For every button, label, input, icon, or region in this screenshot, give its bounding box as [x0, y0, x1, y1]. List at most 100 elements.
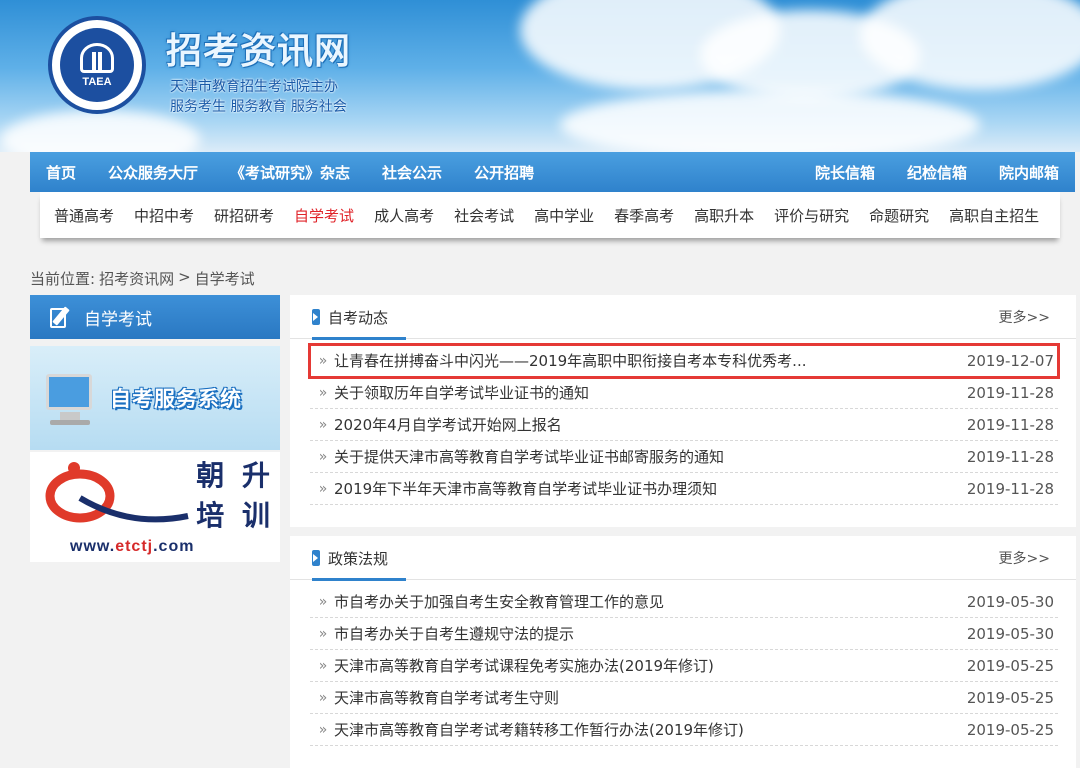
chevron-right-icon: »	[318, 480, 328, 497]
policy-date: 2019-05-25	[966, 656, 1054, 675]
category-tab[interactable]: 春季高考	[604, 205, 684, 226]
more-link[interactable]: 更多>>	[999, 307, 1050, 327]
category-tab[interactable]: 研招研考	[204, 205, 284, 226]
policy-item[interactable]: » 天津市高等教育自学考试课程免考实施办法(2019年修订) 2019-05-2…	[310, 650, 1058, 682]
chevron-right-icon: »	[318, 721, 328, 738]
policy-title[interactable]: 天津市高等教育自学考试考生守则	[334, 687, 559, 708]
category-tab[interactable]: 社会考试	[444, 205, 524, 226]
breadcrumb-separator: >	[178, 268, 191, 286]
category-tab[interactable]: 中招中考	[124, 205, 204, 226]
policy-regulations-panel: 政策法规 更多>> » 市自考办关于加强自考生安全教育管理工作的意见 2019-…	[290, 536, 1076, 768]
news-item-highlighted[interactable]: » 让青春在拼搏奋斗中闪光——2019年高职中职衔接自考本专科优秀考... 20…	[308, 343, 1060, 379]
cloud-decoration	[0, 110, 200, 152]
panel-title: 政策法规	[312, 536, 407, 581]
section-marker-icon	[312, 550, 320, 566]
policy-date: 2019-05-25	[966, 688, 1054, 707]
chevron-right-icon: »	[318, 689, 328, 706]
nav-public-notice[interactable]: 社会公示	[366, 162, 458, 183]
policy-title[interactable]: 市自考办关于加强自考生安全教育管理工作的意见	[334, 591, 664, 612]
nav-president-mailbox[interactable]: 院长信箱	[799, 162, 891, 183]
policy-title[interactable]: 天津市高等教育自学考试考籍转移工作暂行办法(2019年修订)	[334, 719, 744, 740]
training-ad-banner[interactable]: 朝 升 培 训 www.etctj.com	[30, 452, 280, 562]
chevron-right-icon: »	[318, 593, 328, 610]
category-tab[interactable]: 高职自主招生	[939, 205, 1049, 226]
section-marker-icon	[312, 309, 320, 325]
policy-item[interactable]: » 市自考办关于自考生遵规守法的提示 2019-05-30	[310, 618, 1058, 650]
category-tab-active[interactable]: 自学考试	[284, 205, 364, 226]
nav-journal[interactable]: 《考试研究》杂志	[214, 162, 366, 183]
chevron-right-icon: »	[318, 416, 328, 433]
policy-date: 2019-05-30	[966, 624, 1054, 643]
sidebar-title: 自学考试	[84, 309, 152, 330]
training-ad-title-line2: 培 训	[196, 499, 274, 532]
self-exam-service-banner[interactable]: 自考服务系统	[30, 346, 280, 450]
main-nav: 首页 公众服务大厅 《考试研究》杂志 社会公示 公开招聘 院长信箱 纪检信箱 院…	[30, 152, 1075, 192]
news-list: » 让青春在拼搏奋斗中闪光——2019年高职中职衔接自考本专科优秀考... 20…	[308, 343, 1060, 505]
breadcrumb-home-link[interactable]: 招考资讯网	[99, 268, 174, 289]
category-tab[interactable]: 命题研究	[859, 205, 939, 226]
policy-title[interactable]: 市自考办关于自考生遵规守法的提示	[334, 623, 574, 644]
news-title[interactable]: 2020年4月自学考试开始网上报名	[334, 414, 562, 435]
training-ad-url: www.etctj.com	[70, 538, 194, 556]
training-ad-title: 朝 升 培 训	[196, 456, 274, 536]
sidebar-header: 自学考试	[30, 295, 280, 339]
news-title[interactable]: 关于领取历年自学考试毕业证书的通知	[334, 382, 589, 403]
nav-recruitment[interactable]: 公开招聘	[458, 162, 550, 183]
nav-home[interactable]: 首页	[30, 162, 92, 183]
news-title[interactable]: 关于提供天津市高等教育自学考试毕业证书邮寄服务的通知	[334, 446, 724, 467]
breadcrumb: 当前位置: 招考资讯网 > 自学考试	[30, 268, 255, 289]
panel-header: 政策法规 更多>>	[290, 536, 1076, 581]
training-ad-url-domain: etctj	[115, 538, 154, 555]
news-date: 2019-11-28	[966, 447, 1054, 466]
news-title[interactable]: 2019年下半年天津市高等教育自学考试毕业证书办理须知	[334, 478, 717, 499]
edit-icon	[48, 304, 74, 330]
header-banner: TAEA 招考资讯网 天津市教育招生考试院主办 服务考生 服务教育 服务社会	[0, 0, 1080, 152]
panel-title-text: 政策法规	[328, 549, 389, 568]
policy-date: 2019-05-30	[966, 592, 1054, 611]
chevron-right-icon: »	[318, 448, 328, 465]
news-date: 2019-11-28	[966, 415, 1054, 434]
breadcrumb-current[interactable]: 自学考试	[195, 268, 255, 289]
panel-title-text: 自考动态	[328, 308, 389, 327]
news-title[interactable]: 让青春在拼搏奋斗中闪光——2019年高职中职衔接自考本专科优秀考...	[334, 350, 806, 371]
category-tab[interactable]: 普通高考	[44, 205, 124, 226]
news-date: 2019-11-28	[966, 479, 1054, 498]
news-item[interactable]: » 关于领取历年自学考试毕业证书的通知 2019-11-28	[310, 377, 1058, 409]
nav-public-service[interactable]: 公众服务大厅	[92, 162, 214, 183]
news-date: 2019-12-07	[966, 351, 1054, 370]
chevron-right-icon: »	[318, 384, 328, 401]
nav-internal-mail[interactable]: 院内邮箱	[983, 162, 1075, 183]
site-title[interactable]: 招考资讯网	[166, 22, 351, 74]
chevron-right-icon: »	[318, 625, 328, 642]
training-ad-url-suffix: .com	[153, 538, 195, 555]
more-link[interactable]: 更多>>	[999, 548, 1050, 568]
computer-icon	[40, 368, 104, 428]
policy-item[interactable]: » 天津市高等教育自学考试考籍转移工作暂行办法(2019年修订) 2019-05…	[310, 714, 1058, 746]
site-subtitle: 天津市教育招生考试院主办	[170, 79, 338, 95]
logo-emblem-icon	[80, 42, 114, 73]
policy-item[interactable]: » 市自考办关于加强自考生安全教育管理工作的意见 2019-05-30	[310, 586, 1058, 618]
nav-discipline-mailbox[interactable]: 纪检信箱	[891, 162, 983, 183]
training-logo-swirl-icon	[45, 462, 189, 523]
category-tab[interactable]: 高中学业	[524, 205, 604, 226]
training-ad-title-line1: 朝 升	[196, 459, 274, 492]
news-item[interactable]: » 关于提供天津市高等教育自学考试毕业证书邮寄服务的通知 2019-11-28	[310, 441, 1058, 473]
policy-item[interactable]: » 天津市高等教育自学考试考生守则 2019-05-25	[310, 682, 1058, 714]
policy-title[interactable]: 天津市高等教育自学考试课程免考实施办法(2019年修订)	[334, 655, 714, 676]
policy-list: » 市自考办关于加强自考生安全教育管理工作的意见 2019-05-30 » 市自…	[310, 586, 1058, 746]
panel-title: 自考动态	[312, 295, 407, 340]
logo-text: TAEA	[82, 75, 112, 88]
category-tab[interactable]: 高职升本	[684, 205, 764, 226]
news-item[interactable]: » 2020年4月自学考试开始网上报名 2019-11-28	[310, 409, 1058, 441]
panel-header: 自考动态 更多>>	[290, 295, 1076, 340]
chevron-right-icon: »	[318, 352, 328, 369]
news-item[interactable]: » 2019年下半年天津市高等教育自学考试毕业证书办理须知 2019-11-28	[310, 473, 1058, 505]
breadcrumb-label: 当前位置:	[30, 270, 96, 288]
site-logo[interactable]: TAEA	[48, 16, 146, 114]
category-tab[interactable]: 评价与研究	[764, 205, 859, 226]
self-exam-service-label: 自考服务系统	[110, 387, 242, 411]
self-exam-news-panel: 自考动态 更多>> » 让青春在拼搏奋斗中闪光——2019年高职中职衔接自考本专…	[290, 295, 1076, 527]
category-nav: 普通高考 中招中考 研招研考 自学考试 成人高考 社会考试 高中学业 春季高考 …	[40, 192, 1060, 238]
chevron-right-icon: »	[318, 657, 328, 674]
category-tab[interactable]: 成人高考	[364, 205, 444, 226]
